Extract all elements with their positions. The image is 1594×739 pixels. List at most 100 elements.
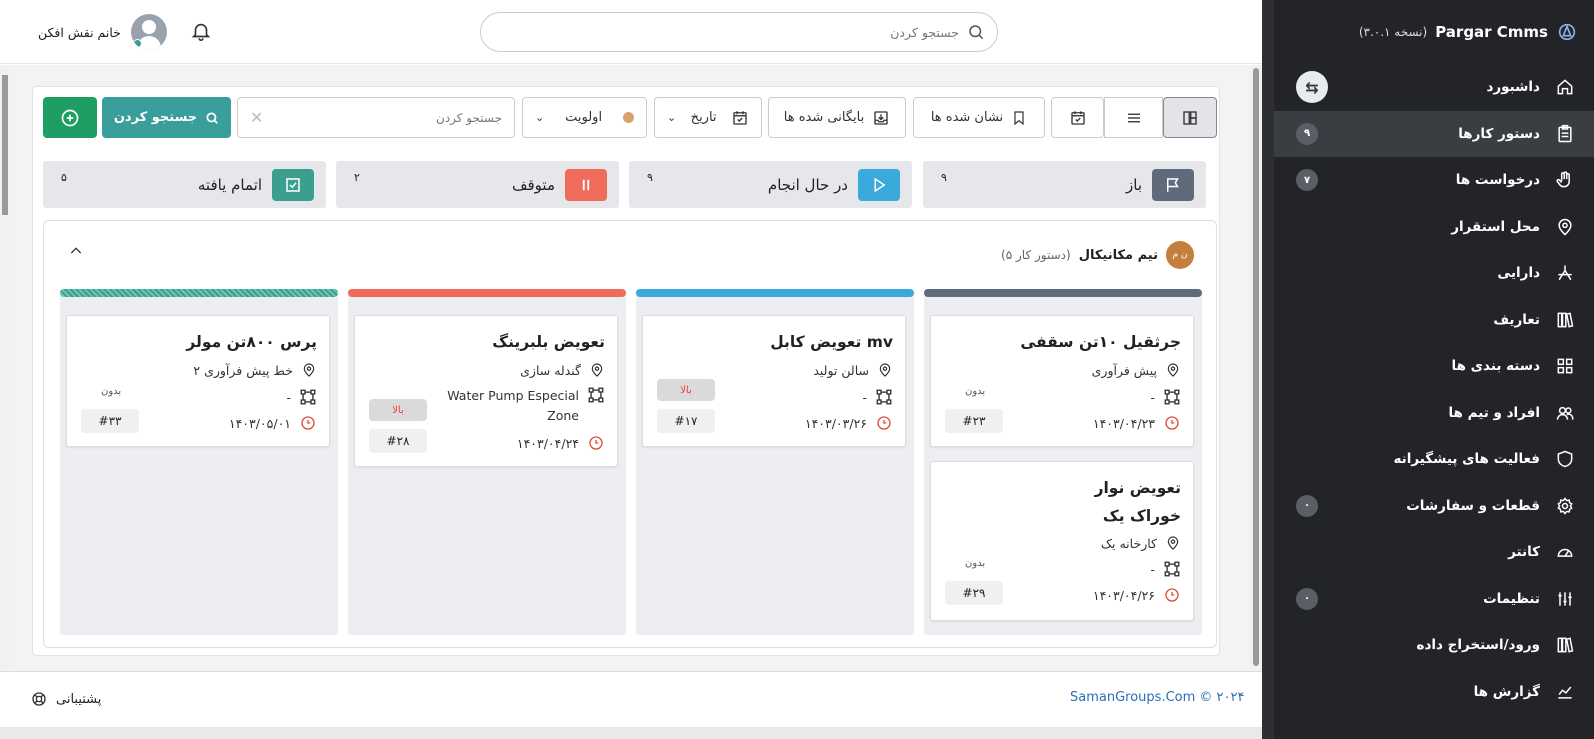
team-count: (۵ دستور کار) [1001,248,1071,262]
work-order-asset: - [286,388,317,406]
calendar-icon [733,110,747,125]
status-completed[interactable]: اتمام یافته ۵ [43,161,326,208]
sidebar-item-label: داشبورد [1486,79,1540,96]
location-icon [303,363,315,377]
clipboard-icon [1554,123,1576,145]
left-scrollbar[interactable] [0,65,10,671]
bottom-strip [0,727,1262,739]
work-order-asset: - [862,388,893,406]
footer: پشتیبانی SamanGroups.Com © ۲۰۲۴ [0,671,1262,727]
archived-button[interactable]: بایگانی شده ها [768,97,906,138]
status-open[interactable]: باز ۹ [923,161,1206,208]
sidebar-item-label: کانتر [1508,544,1540,561]
sidebar-item[interactable]: درخواست ها ۷ [1274,157,1594,204]
team-header: ن م تیم مکانیکال (۵ دستور کار) [1001,241,1194,269]
work-order-title: پرس ۸۰۰تن مولر [186,333,317,351]
column-in-progress-bar [636,289,914,297]
board-view-button[interactable] [1163,97,1217,138]
top-bar: جستجو کردن خانم نقش افکن [0,0,1262,64]
sidebar-item[interactable]: محل استقرار [1274,204,1594,251]
search-icon [206,111,219,124]
work-order-asset: - [1150,388,1181,406]
lifebuoy-icon [32,692,46,706]
sidebar-item[interactable]: تعاریف [1274,297,1594,344]
sidebar-item[interactable]: افراد و تیم ها [1274,390,1594,437]
sidebar-item-badge: ۰ [1296,587,1318,610]
sidebar-item[interactable]: فعالیت های پیشگیرانه [1274,436,1594,483]
priority-filter[interactable]: ⌄ اولویت [522,97,647,138]
sidebar-item[interactable]: گزارش ها [1274,669,1594,716]
status-in-progress[interactable]: در حال انجام ۹ [629,161,912,208]
priority-dot-icon [622,112,634,123]
search-button[interactable]: جستجو کردن [102,97,231,138]
work-order-card[interactable]: جرثقیل ۱۰تن سقفی پیش فرآوری - ۱۴۰۳/۰۴/۲۳… [930,315,1194,447]
work-order-id: #۲۸ [369,429,427,453]
avatar [130,14,167,50]
clock-icon [1165,588,1179,602]
list-view-button[interactable] [1104,97,1163,138]
work-order-date: ۱۴۰۳/۰۴/۲۳ [1093,414,1181,432]
column-completed-bar [60,289,338,297]
date-filter[interactable]: ⌄ تاریخ [654,97,762,138]
work-order-card[interactable]: پرس ۸۰۰تن مولر خط پیش فرآوری ۲ - ۱۴۰۳/۰۵… [66,315,330,447]
sidebar-toggle-icon[interactable]: ⇆ [1296,71,1328,104]
work-order-asset: Water Pump Especial Zone [439,386,605,426]
status-in-progress-label: در حال انجام [767,175,848,194]
bookmarked-button[interactable]: نشان شده ها [913,97,1045,138]
work-order-card[interactable]: تعویض کابل mv سالن تولید - ۱۴۰۳/۰۳/۲۶ با… [642,315,906,447]
sidebar-item[interactable]: ورود/استخراج داده [1274,622,1594,669]
status-in-progress-count: ۹ [647,171,653,184]
books-icon [1554,309,1576,331]
sidebar-item-label: افراد و تیم ها [1448,404,1540,421]
logo-icon [1558,23,1576,41]
team-panel: ن م تیم مکانیکال (۵ دستور کار) جرثقیل ۱۰… [43,220,1217,648]
status-summary: باز ۹ در حال انجام ۹ متوقف ۲ اتمام یافته… [43,161,1217,209]
sidebar-item[interactable]: دستور کارها ۹ [1274,110,1594,157]
sidebar-item[interactable]: کانتر [1274,529,1594,576]
asset-icon [1554,262,1576,284]
work-order-id: #۳۳ [81,409,139,433]
sidebar-item[interactable]: قطعات و سفارشات ۰ [1274,483,1594,530]
grid-icon [1554,355,1576,377]
sidebar-item[interactable]: دسته بندی ها [1274,343,1594,390]
user-menu[interactable]: خانم نقش افکن [38,14,167,50]
sidebar-item[interactable]: داشبورد ⇆ [1274,64,1594,111]
work-order-asset: - [1150,560,1181,578]
sidebar-item[interactable]: دارایی [1274,250,1594,297]
asset-icon [876,389,892,405]
sidebar-item-label: گزارش ها [1473,683,1540,700]
status-paused[interactable]: متوقف ۲ [336,161,619,208]
play-icon [858,168,900,201]
sidebar-item-label: محل استقرار [1451,218,1540,235]
clear-icon[interactable]: ✕ [250,108,263,127]
priority-badge: بالا [369,399,427,421]
global-search[interactable]: جستجو کردن [480,12,998,52]
sidebar-item-label: دستور کارها [1458,125,1540,142]
support-link[interactable]: پشتیبانی [30,690,101,708]
column-completed: پرس ۸۰۰تن مولر خط پیش فرآوری ۲ - ۱۴۰۳/۰۵… [60,289,338,635]
work-order-card[interactable]: تعویض بلبرینگ گندله سازی Water Pump Espe… [354,315,618,467]
sidebar-item-badge: ۷ [1296,169,1318,192]
calendar-view-button[interactable] [1051,97,1104,138]
clock-icon [1165,416,1179,430]
work-order-id: #۱۷ [657,409,715,433]
right-scrollbar[interactable] [1250,65,1262,671]
work-order-location: کارخانه یک [1101,534,1181,552]
sidebar-item-label: قطعات و سفارشات [1406,497,1540,514]
sidebar-item[interactable]: تنظیمات ۰ [1274,576,1594,623]
chevron-down-icon: ⌄ [535,111,545,124]
people-icon [1554,402,1576,424]
add-button[interactable] [43,97,97,138]
date-label: تاریخ [690,110,717,125]
collapse-chevron-icon[interactable] [68,243,84,263]
list-icon [1127,113,1140,122]
work-order-date: ۱۴۰۳/۰۴/۲۴ [517,434,605,452]
priority-badge: بالا [657,379,715,401]
priority-badge: بدون [101,386,122,397]
sidebar-item-label: دسته بندی ها [1451,358,1540,375]
search-input[interactable]: ✕ جستجو کردن [237,97,515,138]
column-open: جرثقیل ۱۰تن سقفی پیش فرآوری - ۱۴۰۳/۰۴/۲۳… [924,289,1202,635]
status-open-count: ۹ [941,171,947,184]
notifications-button[interactable] [190,20,212,46]
work-order-card[interactable]: تعویض نوار خوراک یک کارخانه یک - ۱۴۰۳/۰۴… [930,461,1194,621]
